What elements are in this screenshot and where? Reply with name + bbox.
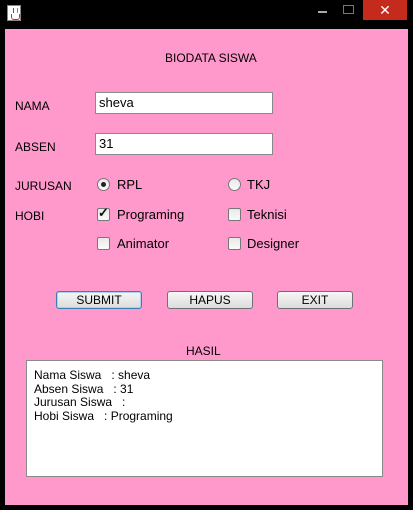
radio-tkj-label[interactable]: TKJ — [247, 177, 270, 192]
hobi-label: HOBI — [15, 209, 45, 223]
java-cup-icon[interactable] — [7, 5, 21, 21]
close-icon[interactable]: ✕ — [363, 0, 407, 20]
checkbox-designer-label[interactable]: Designer — [247, 236, 299, 251]
submit-button[interactable]: SUBMIT — [56, 291, 142, 309]
title-bar[interactable]: ✕ — [0, 0, 413, 27]
radio-rpl[interactable] — [97, 178, 110, 191]
hapus-button[interactable]: HAPUS — [167, 291, 253, 309]
absen-label: ABSEN — [15, 140, 56, 154]
jurusan-label: JURUSAN — [15, 179, 72, 193]
hasil-line: Jurusan Siswa : — [34, 395, 126, 409]
checkbox-programing[interactable] — [97, 205, 110, 221]
checkbox-teknisi-label[interactable]: Teknisi — [247, 207, 287, 222]
hasil-label: HASIL — [186, 344, 221, 358]
form-panel: BIODATA SISWA NAMA sheva ABSEN 31 JURUSA… — [5, 29, 408, 505]
radio-tkj[interactable] — [228, 178, 241, 191]
checkbox-animator[interactable] — [97, 237, 110, 250]
absen-field[interactable]: 31 — [95, 133, 273, 155]
checkbox-designer[interactable] — [228, 237, 241, 250]
checkbox-animator-label[interactable]: Animator — [117, 236, 169, 251]
nama-field[interactable]: sheva — [95, 92, 273, 114]
checkbox-programing-label[interactable]: Programing — [117, 207, 184, 222]
minimize-icon[interactable] — [313, 0, 331, 20]
form-title: BIODATA SISWA — [165, 51, 257, 65]
app-window: ✕ BIODATA SISWA NAMA sheva ABSEN 31 JURU… — [0, 0, 413, 510]
hasil-line: Absen Siswa : 31 — [34, 381, 134, 396]
hasil-line: Nama Siswa : sheva — [34, 368, 151, 382]
nama-label: NAMA — [15, 99, 50, 113]
exit-button[interactable]: EXIT — [277, 291, 353, 309]
maximize-icon[interactable] — [338, 0, 358, 20]
hasil-line: Hobi Siswa : Programing — [34, 408, 173, 423]
radio-rpl-label[interactable]: RPL — [117, 177, 142, 192]
checkbox-teknisi[interactable] — [228, 208, 241, 221]
hasil-textarea[interactable]: Nama Siswa : sheva Absen Siswa : 31 Juru… — [26, 360, 383, 477]
